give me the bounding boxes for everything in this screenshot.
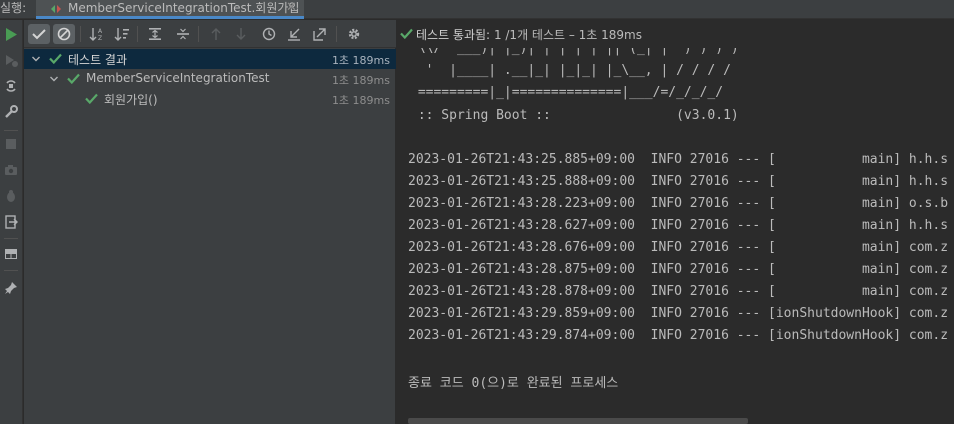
test-status-text: 테스트 통과됨: 1 /1개 테스트 – 1초 189ms	[416, 26, 642, 43]
import-tests-icon[interactable]	[283, 24, 305, 44]
run-tab-title: MemberServiceIntegrationTest.회원가입	[68, 1, 300, 15]
toolbar-separator	[198, 26, 199, 42]
show-ignored-toggle[interactable]	[53, 24, 75, 44]
run-label: 실행:	[0, 1, 27, 15]
rerun-icon[interactable]	[3, 26, 19, 42]
toolbar-separator	[137, 26, 138, 42]
toolbar-separator	[336, 26, 337, 42]
console-output[interactable]: \\/ ___)| |_)| | | | | || (_| | ) ) ) ) …	[397, 48, 954, 424]
spring-banner-line: ' |____| .__|_| |_|_| |_\__, | / / / /	[410, 63, 731, 78]
svg-text:Z: Z	[98, 35, 102, 41]
sort-by-duration-icon[interactable]	[111, 24, 133, 44]
svg-text:A: A	[98, 28, 103, 35]
show-passed-toggle[interactable]	[28, 24, 50, 44]
passed-check-icon	[49, 53, 62, 65]
tree-row-test-method[interactable]: 회원가입() 1초 189ms	[24, 89, 396, 109]
previous-failed-icon[interactable]	[205, 24, 227, 44]
spring-boot-version-line: :: Spring Boot :: (v3.0.1)	[410, 108, 739, 123]
passed-check-icon	[85, 93, 98, 105]
collapse-all-icon[interactable]	[172, 24, 194, 44]
test-status-bar: 테스트 통과됨: 1 /1개 테스트 – 1초 189ms	[396, 20, 954, 48]
tree-row-label: 회원가입()	[104, 93, 158, 107]
expand-arrow-icon[interactable]	[31, 53, 41, 63]
tree-row-label: MemberServiceIntegrationTest	[86, 71, 270, 85]
tree-row-test-class[interactable]: MemberServiceIntegrationTest 1초 189ms	[24, 69, 396, 89]
run-tab-bar: 실행: MemberServiceIntegrationTest.회원가입 ✕	[0, 0, 954, 19]
tree-row-duration: 1초 189ms	[331, 94, 390, 107]
expand-all-icon[interactable]	[144, 24, 166, 44]
stop-icon[interactable]	[3, 136, 19, 152]
tool-separator	[4, 270, 18, 271]
tree-row-duration: 1초 189ms	[331, 74, 390, 87]
next-failed-icon[interactable]	[230, 24, 252, 44]
test-results-tree: 테스트 결과 1초 189ms MemberServiceIntegration…	[24, 48, 396, 424]
tool-separator	[4, 238, 18, 239]
debug-bug-icon[interactable]	[3, 188, 19, 204]
log-line: 2023-01-26T21:43:28.223+09:00 INFO 27016…	[408, 196, 949, 211]
log-line: 2023-01-26T21:43:25.885+09:00 INFO 27016…	[408, 152, 949, 167]
horizontal-scrollbar[interactable]	[408, 418, 748, 424]
expand-arrow-icon[interactable]	[49, 73, 59, 83]
spring-banner-line: =========|_|==============|___/=/_/_/_/	[410, 85, 724, 100]
tree-row-test-results[interactable]: 테스트 결과 1초 189ms	[24, 49, 396, 69]
close-tab-icon[interactable]: ✕	[286, 0, 297, 16]
tree-row-label: 테스트 결과	[68, 53, 128, 67]
log-line: 2023-01-26T21:43:28.878+09:00 INFO 27016…	[408, 284, 949, 299]
run-config-tab[interactable]: MemberServiceIntegrationTest.회원가입 ✕	[36, 0, 304, 19]
status-label: 테스트 통과됨:	[416, 28, 491, 42]
log-line: 2023-01-26T21:43:29.874+09:00 INFO 27016…	[408, 328, 949, 343]
passed-check-icon	[400, 28, 413, 42]
pin-icon[interactable]	[3, 280, 19, 296]
passed-check-icon	[67, 73, 80, 85]
log-line: 2023-01-26T21:43:29.859+09:00 INFO 27016…	[408, 306, 949, 321]
exit-icon[interactable]	[3, 214, 19, 230]
log-line: 2023-01-26T21:43:28.875+09:00 INFO 27016…	[408, 262, 949, 277]
layout-icon[interactable]	[3, 246, 19, 262]
status-detail: 1 /1개 테스트 – 1초 189ms	[493, 28, 643, 42]
toolbar-separator	[80, 26, 81, 42]
run-tool-strip	[0, 20, 23, 424]
log-line: 2023-01-26T21:43:25.888+09:00 INFO 27016…	[408, 174, 949, 189]
wrench-icon[interactable]	[3, 104, 19, 120]
camera-icon[interactable]	[3, 162, 19, 178]
log-line: 2023-01-26T21:43:28.676+09:00 INFO 27016…	[408, 240, 949, 255]
tree-row-duration: 1초 189ms	[331, 54, 390, 67]
spring-banner-line: \\/ ___)| |_)| | | | | || (_| | ) ) ) )	[410, 48, 739, 56]
test-history-icon[interactable]	[258, 24, 280, 44]
settings-gear-icon[interactable]	[343, 24, 365, 44]
export-tests-icon[interactable]	[309, 24, 331, 44]
rerun-failed-icon[interactable]	[3, 52, 19, 68]
process-exit-message: 종료 코드 0(으)로 완료된 프로세스	[408, 376, 619, 391]
sort-alphabetically-icon[interactable]: AZ	[86, 24, 108, 44]
tool-separator	[4, 130, 18, 131]
test-toolbar: AZ	[24, 20, 396, 48]
test-class-icon	[50, 3, 62, 13]
log-line: 2023-01-26T21:43:28.627+09:00 INFO 27016…	[408, 218, 949, 233]
toggle-auto-test-icon[interactable]	[3, 78, 19, 94]
